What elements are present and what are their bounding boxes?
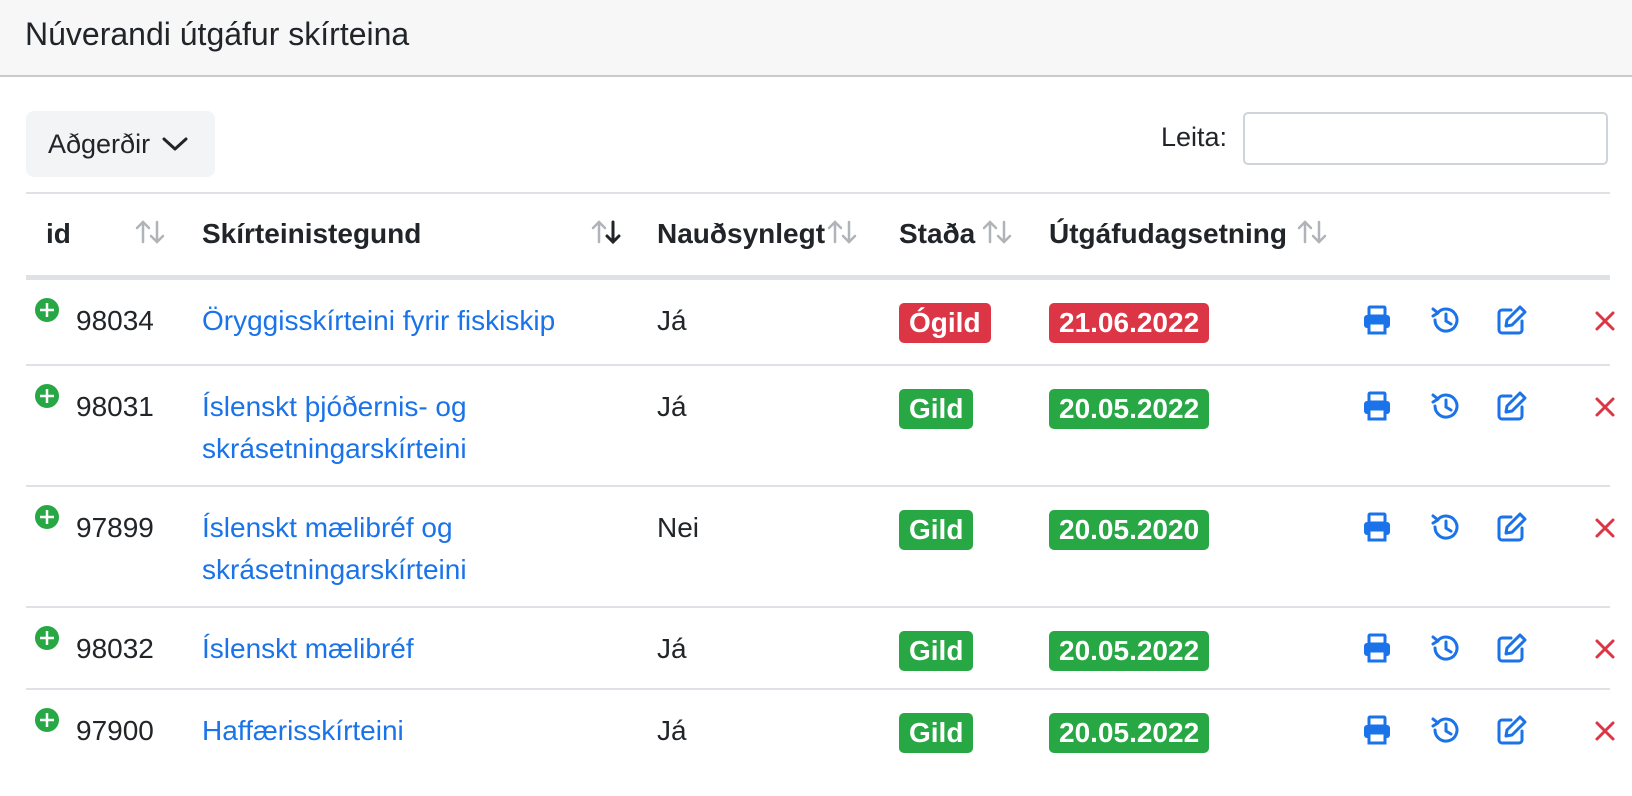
- issue-date-badge: 21.06.2022: [1049, 303, 1210, 343]
- certificate-type-link[interactable]: Íslenskt þjóðernis- og skrásetningarskír…: [202, 386, 622, 470]
- certificate-type-link[interactable]: Íslenskt mælibréf: [202, 628, 622, 670]
- certificate-type-link[interactable]: Íslenskt mælibréf og skrásetningarskírte…: [202, 507, 622, 591]
- actions-dropdown-button[interactable]: Aðgerðir: [26, 111, 215, 177]
- status-badge: Gild: [899, 389, 974, 429]
- printer-icon[interactable]: [1361, 390, 1393, 422]
- required-cell: Nei: [657, 512, 700, 543]
- card-header: Núverandi útgáfur skírteina: [0, 0, 1632, 77]
- table-row: 97899 Íslenskt mælibréf og skrásetningar…: [26, 487, 1615, 608]
- edit-icon[interactable]: [1496, 390, 1528, 422]
- edit-icon[interactable]: [1496, 511, 1528, 543]
- close-icon[interactable]: [1594, 517, 1616, 539]
- id-cell: 98034: [76, 305, 154, 336]
- id-cell: 97900: [76, 715, 154, 746]
- sort-icon[interactable]: [134, 218, 166, 246]
- required-cell: Já: [657, 391, 687, 422]
- edit-icon[interactable]: [1496, 304, 1528, 336]
- expand-row-icon[interactable]: [32, 502, 62, 532]
- printer-icon[interactable]: [1361, 511, 1393, 543]
- issue-date-badge: 20.05.2022: [1049, 389, 1210, 429]
- id-cell: 98031: [76, 391, 154, 422]
- history-icon[interactable]: [1429, 632, 1461, 664]
- close-icon[interactable]: [1594, 310, 1616, 332]
- sort-icon[interactable]: [826, 218, 858, 246]
- edit-icon[interactable]: [1496, 714, 1528, 746]
- sort-icon[interactable]: [981, 218, 1013, 246]
- issue-date-badge: 20.05.2020: [1049, 510, 1210, 550]
- table-row: 98034 Öryggisskírteini fyrir fiskiskip J…: [26, 280, 1615, 366]
- page-title: Núverandi útgáfur skírteina: [25, 16, 410, 52]
- status-badge: Gild: [899, 510, 974, 550]
- column-header-id[interactable]: id: [46, 218, 71, 250]
- search-input[interactable]: [1243, 112, 1608, 165]
- history-icon[interactable]: [1429, 390, 1461, 422]
- printer-icon[interactable]: [1361, 632, 1393, 664]
- status-badge: Gild: [899, 713, 974, 753]
- expand-row-icon[interactable]: [32, 705, 62, 735]
- column-header-status[interactable]: Staða: [899, 218, 975, 250]
- issue-date-badge: 20.05.2022: [1049, 631, 1210, 671]
- expand-row-icon[interactable]: [32, 381, 62, 411]
- close-icon[interactable]: [1594, 720, 1616, 742]
- close-icon[interactable]: [1594, 396, 1616, 418]
- expand-row-icon[interactable]: [32, 623, 62, 653]
- column-header-type[interactable]: Skírteinistegund: [202, 218, 421, 250]
- edit-icon[interactable]: [1496, 632, 1528, 664]
- column-header-issue-date[interactable]: Útgáfudagsetning: [1049, 218, 1287, 250]
- table-row: 98032 Íslenskt mælibréf Já Gild 20.05.20…: [26, 608, 1615, 690]
- status-badge: Gild: [899, 631, 974, 671]
- chevron-down-icon: [162, 137, 188, 151]
- table-row: 97900 Haffærisskírteini Já Gild 20.05.20…: [26, 690, 1615, 772]
- certificate-type-link[interactable]: Haffærisskírteini: [202, 710, 622, 752]
- actions-dropdown-label: Aðgerðir: [48, 128, 151, 159]
- id-cell: 97899: [76, 512, 154, 543]
- status-badge: Ógild: [899, 303, 991, 343]
- table-row: 98031 Íslenskt þjóðernis- og skrásetning…: [26, 366, 1615, 487]
- history-icon[interactable]: [1429, 304, 1461, 336]
- table-header: id Skírteinistegund Nauðsynlegt Staða Út…: [26, 192, 1610, 280]
- issue-date-badge: 20.05.2022: [1049, 713, 1210, 753]
- search-label: Leita:: [1161, 122, 1228, 152]
- id-cell: 98032: [76, 633, 154, 664]
- certificate-type-link[interactable]: Öryggisskírteini fyrir fiskiskip: [202, 300, 622, 342]
- history-icon[interactable]: [1429, 714, 1461, 746]
- required-cell: Já: [657, 715, 687, 746]
- required-cell: Já: [657, 633, 687, 664]
- column-header-required[interactable]: Nauðsynlegt: [657, 218, 825, 250]
- sort-icon[interactable]: [1296, 218, 1328, 246]
- certificates-table: id Skírteinistegund Nauðsynlegt Staða Út…: [26, 192, 1615, 772]
- history-icon[interactable]: [1429, 511, 1461, 543]
- printer-icon[interactable]: [1361, 304, 1393, 336]
- expand-row-icon[interactable]: [32, 295, 62, 325]
- sort-descending-icon[interactable]: [590, 218, 622, 246]
- required-cell: Já: [657, 305, 687, 336]
- close-icon[interactable]: [1594, 638, 1616, 660]
- printer-icon[interactable]: [1361, 714, 1393, 746]
